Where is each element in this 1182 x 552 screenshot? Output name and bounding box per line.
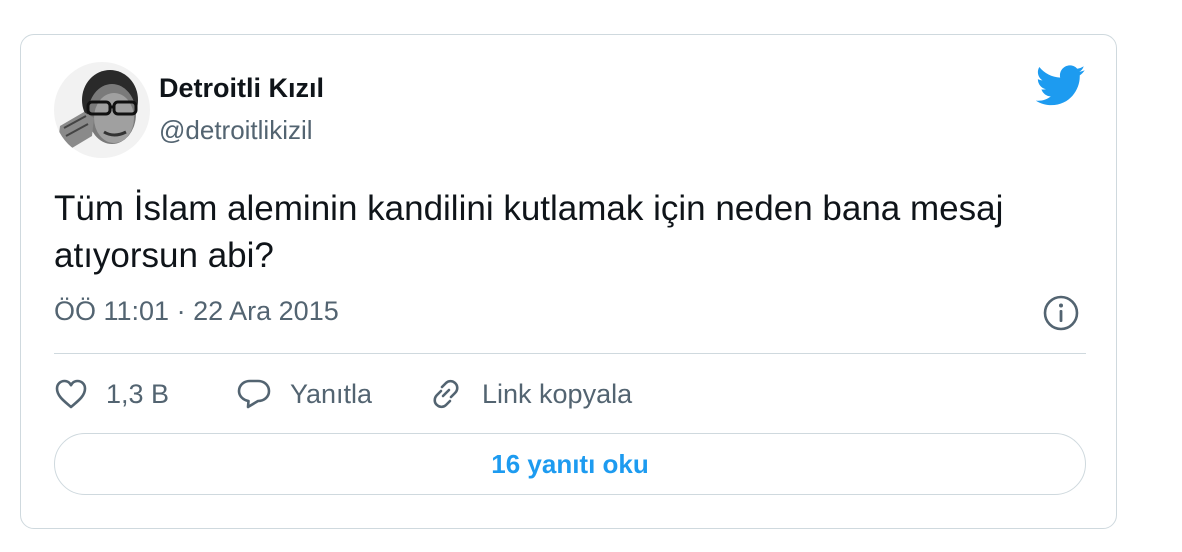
- reply-label: Yanıtla: [290, 378, 373, 409]
- copy-link-label: Link kopyala: [482, 378, 633, 409]
- author-name[interactable]: Detroitli Kızıl: [159, 73, 324, 104]
- reply-button[interactable]: Yanıtla: [236, 378, 428, 410]
- link-icon: [433, 379, 459, 409]
- action-bar: 1,3 B Yanıtla Link kopyala: [54, 371, 632, 417]
- heart-icon: [55, 379, 87, 409]
- read-replies-button[interactable]: 16 yanıtı oku: [54, 433, 1086, 495]
- like-button[interactable]: 1,3 B: [54, 378, 236, 410]
- avatar[interactable]: [54, 62, 150, 158]
- tweet-timestamp: ÖÖ 11:01 · 22 Ara 2015: [54, 296, 339, 327]
- twitter-bird-icon[interactable]: [1035, 65, 1086, 107]
- divider: [54, 353, 1086, 354]
- copy-link-button[interactable]: Link kopyala: [428, 377, 632, 411]
- author-handle[interactable]: @detroitlikizil: [159, 115, 313, 146]
- tweet-card: Detroitli Kızıl @detroitlikizil Tüm İsla…: [20, 34, 1117, 529]
- tweet-date[interactable]: 22 Ara 2015: [193, 296, 339, 326]
- tweet-text: Tüm İslam aleminin kandilini kutlamak iç…: [54, 189, 1004, 275]
- info-circle-icon[interactable]: [1041, 293, 1081, 333]
- tweet-time[interactable]: ÖÖ 11:01: [54, 296, 169, 326]
- like-count: 1,3 B: [106, 378, 170, 409]
- speech-bubble-icon: [237, 379, 271, 409]
- read-replies-label: 16 yanıtı oku: [491, 448, 649, 479]
- timestamp-separator: ·: [176, 296, 186, 326]
- avatar-image: [54, 62, 150, 158]
